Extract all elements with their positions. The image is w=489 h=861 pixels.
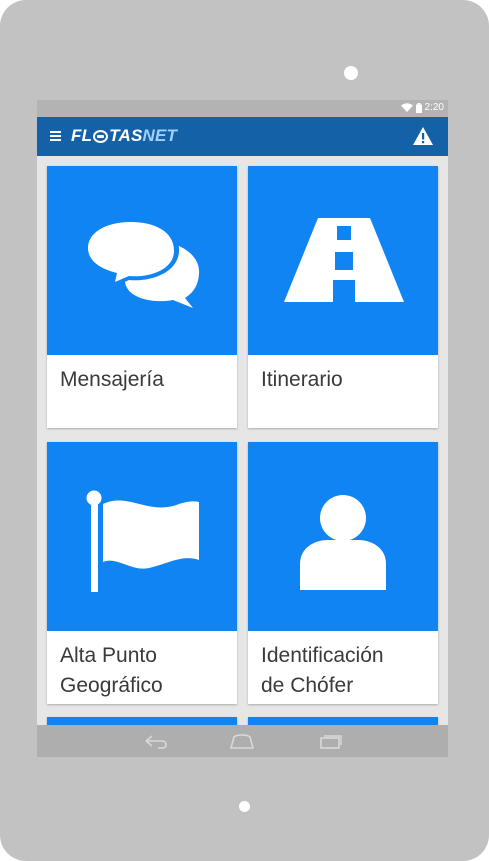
tile-mensajeria-image — [47, 166, 237, 355]
tile-label: Itinerario — [261, 368, 343, 391]
tile-label: Mensajería — [60, 368, 164, 391]
tile-label-line: de Chófer — [261, 674, 354, 697]
tile-itinerario[interactable]: Itinerario — [248, 166, 438, 428]
logo-text-tas: TAS — [109, 126, 143, 145]
tile-itinerario-image — [248, 166, 438, 355]
battery-icon — [415, 103, 422, 113]
tile-label-line: Alta Punto — [60, 644, 157, 667]
app-bar: FL TAS NET — [37, 117, 448, 156]
tablet-frame: 2:20 FL TAS NET Mensajería Itinerario Al… — [0, 0, 489, 861]
recent-apps-icon[interactable] — [319, 733, 343, 749]
front-camera — [344, 66, 358, 80]
tile-identificacion-chofer[interactable]: Identificación de Chófer — [248, 442, 438, 704]
chat-bubbles-icon — [83, 218, 200, 308]
flag-icon — [86, 490, 199, 592]
home-icon[interactable] — [229, 733, 255, 749]
clock: 2:20 — [424, 102, 444, 113]
tile-alta-punto-image — [47, 442, 237, 631]
flotasnet-logo: FL TAS NET — [71, 126, 177, 146]
tile-identificacion-image — [248, 442, 438, 631]
app-screen: 2:20 FL TAS NET Mensajería Itinerario Al… — [37, 100, 448, 757]
tile-mensajeria[interactable]: Mensajería — [47, 166, 237, 428]
tile-alta-punto-geografico[interactable]: Alta Punto Geográfico — [47, 442, 237, 704]
status-bar: 2:20 — [37, 100, 448, 117]
tile-label-line: Geográfico — [60, 674, 163, 697]
tile-label: Alta Punto Geográfico — [47, 631, 237, 701]
hamburger-menu-icon[interactable] — [49, 129, 63, 143]
logo-text-fl: FL — [71, 126, 93, 145]
logo-bus-o-icon — [93, 129, 109, 143]
wifi-icon — [400, 103, 413, 112]
driver-person-icon — [300, 495, 386, 590]
road-icon — [284, 218, 404, 302]
back-icon[interactable] — [142, 733, 168, 749]
status-icons: 2:20 — [400, 102, 444, 114]
hardware-home-dot — [239, 801, 250, 812]
tile-label: Identificación de Chófer — [248, 631, 438, 701]
logo-text-net: NET — [142, 126, 178, 145]
warning-icon[interactable] — [412, 126, 434, 146]
android-nav-bar — [37, 725, 448, 757]
tile-label-line: Identificación — [261, 644, 384, 667]
